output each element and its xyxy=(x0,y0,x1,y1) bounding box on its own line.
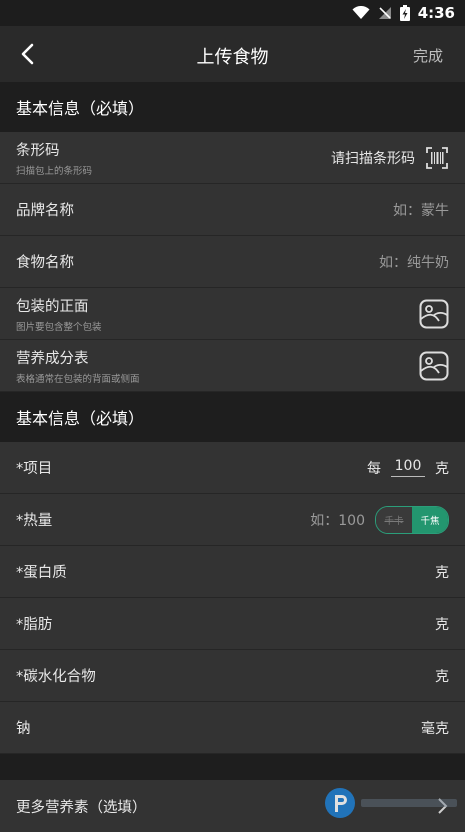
battery-charging-icon xyxy=(399,5,410,21)
package-front-label: 包装的正面 xyxy=(16,298,89,315)
barcode-scan-prompt[interactable]: 请扫描条形码 xyxy=(331,148,415,168)
item-row: *项目 每 100 克 xyxy=(0,442,465,494)
protein-unit: 克 xyxy=(435,564,449,581)
carbs-label: *碳水化合物 xyxy=(16,669,96,685)
brand-name-label: 品牌名称 xyxy=(16,203,74,219)
no-signal-icon xyxy=(378,7,391,19)
carbs-row[interactable]: *碳水化合物 克 xyxy=(0,650,465,702)
done-button[interactable]: 完成 xyxy=(413,45,443,66)
nutrition-table-label: 营养成分表 xyxy=(16,350,89,367)
brand-name-row[interactable]: 品牌名称 如：蒙牛 xyxy=(0,184,465,236)
item-label: *项目 xyxy=(16,461,53,477)
sodium-label: 钠 xyxy=(16,721,31,737)
sodium-row[interactable]: 钠 毫克 xyxy=(0,702,465,754)
fat-row[interactable]: *脂肪 克 xyxy=(0,598,465,650)
fat-label: *脂肪 xyxy=(16,617,53,633)
nutrition-table-hint: 表格通常在包装的背面或侧面 xyxy=(16,373,140,385)
nutrition-table-row[interactable]: 营养成分表 表格通常在包装的背面或侧面 xyxy=(0,340,465,392)
watermark-logo xyxy=(323,786,461,820)
energy-input[interactable]: 如：100 xyxy=(310,510,365,530)
section-header-basic-info: 基本信息（必填） xyxy=(0,82,465,132)
energy-row[interactable]: *热量 如：100 千卡 千焦 xyxy=(0,494,465,546)
protein-label: *蛋白质 xyxy=(16,565,67,581)
page-title: 上传食物 xyxy=(196,47,269,68)
status-time: 4:36 xyxy=(417,4,455,22)
package-front-hint: 图片要包含整个包装 xyxy=(16,321,102,333)
section-gap xyxy=(0,754,465,780)
wifi-icon xyxy=(352,6,370,19)
package-front-row[interactable]: 包装的正面 图片要包含整个包装 xyxy=(0,288,465,340)
toggle-kcal[interactable]: 千卡 xyxy=(376,506,412,533)
logo-icon xyxy=(325,788,355,818)
energy-label: *热量 xyxy=(16,513,53,529)
food-name-row[interactable]: 食物名称 如：纯牛奶 xyxy=(0,236,465,288)
more-nutrients-label: 更多营养素（选填） xyxy=(16,799,147,816)
barcode-hint: 扫描包上的条形码 xyxy=(16,165,93,177)
carbs-unit: 克 xyxy=(435,668,449,685)
food-name-label: 食物名称 xyxy=(16,255,74,271)
amount-input[interactable]: 100 xyxy=(391,458,425,477)
energy-unit-toggle[interactable]: 千卡 千焦 xyxy=(375,505,449,534)
image-upload-icon[interactable] xyxy=(419,351,449,381)
watermark-text-art xyxy=(361,799,457,807)
barcode-row[interactable]: 条形码 扫描包上的条形码 请扫描条形码 xyxy=(0,132,465,184)
per-label: 每 xyxy=(367,460,381,477)
amount-unit: 克 xyxy=(435,460,449,477)
section-header-nutrition: 基本信息（必填） xyxy=(0,392,465,442)
image-upload-icon[interactable] xyxy=(419,299,449,329)
food-name-input[interactable]: 如：纯牛奶 xyxy=(379,252,449,272)
status-bar: 4:36 xyxy=(0,0,465,26)
brand-name-input[interactable]: 如：蒙牛 xyxy=(393,200,449,220)
fat-unit: 克 xyxy=(435,616,449,633)
barcode-scan-icon[interactable] xyxy=(425,146,449,170)
toggle-kj[interactable]: 千焦 xyxy=(412,506,448,533)
sodium-unit: 毫克 xyxy=(421,720,449,737)
barcode-label: 条形码 xyxy=(16,142,60,159)
protein-row[interactable]: *蛋白质 克 xyxy=(0,546,465,598)
nav-bar: 上传食物 完成 xyxy=(0,26,465,82)
